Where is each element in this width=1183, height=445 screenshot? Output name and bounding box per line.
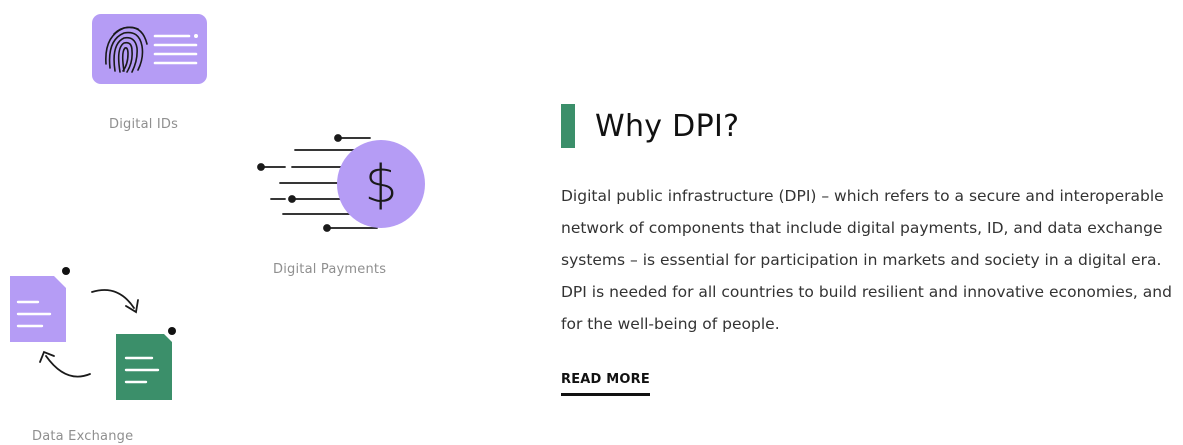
dollar-coin-icon: $ bbox=[257, 134, 425, 232]
digital-payments-caption: Digital Payments bbox=[273, 262, 387, 277]
fingerprint-card-icon bbox=[92, 14, 207, 84]
why-dpi-section: Digital IDs $ Digital Payments Data Exch… bbox=[0, 0, 1183, 445]
section-title: Why DPI? bbox=[595, 108, 740, 144]
section-description: Digital public infrastructure (DPI) – wh… bbox=[561, 187, 1172, 333]
section-heading: Why DPI? bbox=[561, 104, 739, 148]
digital-ids-caption: Digital IDs bbox=[109, 117, 179, 132]
read-more-link[interactable]: READ MORE bbox=[561, 372, 650, 396]
data-exchange-caption: Data Exchange bbox=[32, 429, 134, 444]
dollar-symbol: $ bbox=[364, 155, 397, 215]
heading-accent-bar bbox=[561, 104, 575, 148]
document-exchange-icon bbox=[10, 267, 176, 400]
